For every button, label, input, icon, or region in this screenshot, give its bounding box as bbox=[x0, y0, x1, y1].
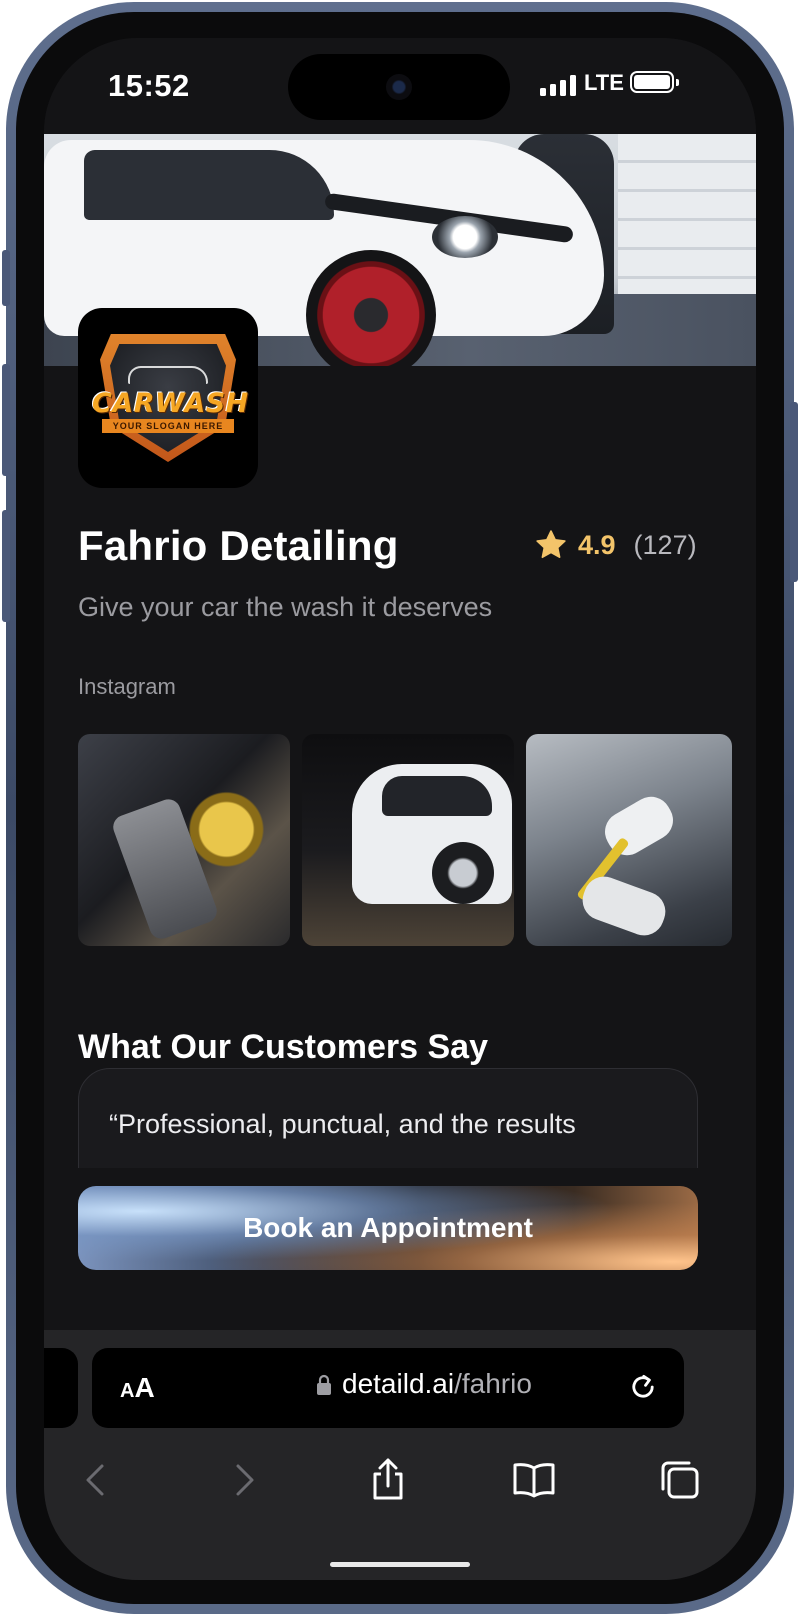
signal-icon bbox=[540, 74, 576, 96]
instagram-label: Instagram bbox=[78, 674, 176, 699]
logo-slogan: YOUR SLOGAN HERE bbox=[102, 419, 234, 433]
tabs-icon[interactable] bbox=[656, 1456, 704, 1504]
business-name: Fahrio Detailing bbox=[78, 522, 399, 569]
address-bar[interactable]: AA detaild.ai/fahrio bbox=[92, 1348, 684, 1428]
bookmarks-icon[interactable] bbox=[510, 1456, 558, 1504]
car-polishing-photo[interactable] bbox=[78, 734, 290, 946]
review-count: (127) bbox=[633, 529, 697, 560]
business-logo: CARWASH YOUR SLOGAN HERE bbox=[78, 308, 258, 488]
share-icon[interactable] bbox=[364, 1456, 412, 1504]
screen: 15:52 LTE CARWASH YOUR SLOGAN HERE Fahri… bbox=[44, 38, 756, 1580]
rating[interactable]: 4.9 (127) bbox=[534, 528, 697, 562]
reviews-title: What Our Customers Say bbox=[78, 1028, 488, 1066]
previous-tab[interactable] bbox=[44, 1348, 78, 1428]
book-appointment-button[interactable]: Book an Appointment bbox=[78, 1186, 698, 1270]
camera-icon bbox=[386, 74, 412, 100]
action-button bbox=[2, 250, 10, 306]
status-time: 15:52 bbox=[108, 68, 190, 103]
review-text: “Professional, punctual, and the results bbox=[109, 1109, 576, 1139]
interior-detailing-photo[interactable] bbox=[526, 734, 732, 946]
status-bar: 15:52 LTE bbox=[44, 38, 756, 134]
battery-icon bbox=[630, 71, 679, 93]
network-label: LTE bbox=[584, 70, 624, 95]
instagram-gallery bbox=[78, 734, 732, 946]
reader-settings-button[interactable]: AA bbox=[120, 1372, 155, 1404]
logo-title: CARWASH bbox=[92, 388, 249, 419]
tagline: Give your car the wash it deserves bbox=[78, 592, 493, 622]
power-button bbox=[790, 402, 798, 582]
reload-icon[interactable] bbox=[626, 1370, 660, 1404]
back-icon[interactable] bbox=[72, 1456, 120, 1504]
volume-down-button bbox=[2, 510, 10, 622]
forward-icon[interactable] bbox=[220, 1456, 268, 1504]
dynamic-island bbox=[288, 54, 510, 120]
url-text[interactable]: detaild.ai/fahrio bbox=[342, 1368, 532, 1400]
star-icon bbox=[536, 530, 566, 559]
washed-white-car-photo[interactable] bbox=[302, 734, 514, 946]
rating-value: 4.9 bbox=[578, 529, 616, 560]
browser-toolbar bbox=[44, 1438, 756, 1518]
home-indicator bbox=[330, 1562, 470, 1567]
volume-up-button bbox=[2, 364, 10, 476]
lock-icon bbox=[317, 1374, 331, 1395]
